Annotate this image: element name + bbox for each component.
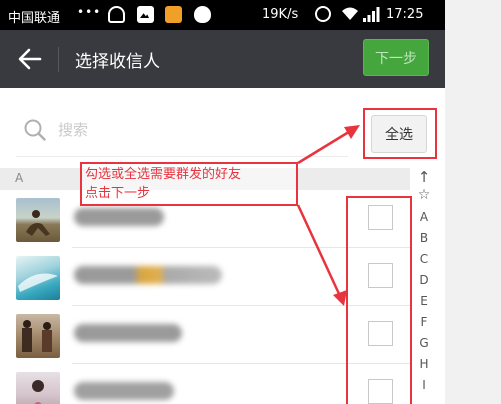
- avatar: [16, 372, 60, 404]
- contact-row[interactable]: ■■■■■■■■: [0, 248, 410, 306]
- wifi-icon: [342, 7, 358, 20]
- avatar: [16, 198, 60, 242]
- contact-checkbox[interactable]: [368, 379, 393, 404]
- annotation-callout: 勾选或全选需要群发的好友 点击下一步: [80, 162, 298, 206]
- carrier-label: 中国联通: [8, 11, 61, 26]
- contact-name: ■■■■■■■■: [74, 266, 222, 284]
- contact-checkbox[interactable]: [368, 263, 393, 288]
- avatar: [16, 256, 60, 300]
- arrow-left-icon[interactable]: [18, 48, 42, 70]
- index-star[interactable]: ☆: [414, 187, 434, 203]
- search-input[interactable]: [58, 118, 328, 142]
- page-margin: [445, 0, 501, 404]
- index-letter-c[interactable]: C: [414, 252, 434, 266]
- alphabet-index-bar[interactable]: ↑ ☆ A B C D E F G H I: [414, 168, 438, 404]
- image-icon: [137, 6, 154, 23]
- annotation-line-1: 勾选或全选需要群发的好友: [85, 167, 242, 182]
- avatar: [16, 314, 60, 358]
- contact-row[interactable]: ■■■■■: [0, 364, 410, 404]
- contact-checkbox[interactable]: [368, 205, 393, 230]
- index-letter-h[interactable]: H: [414, 357, 434, 371]
- contact-name: ■■■■: [74, 208, 164, 226]
- game-icon: [165, 6, 182, 23]
- wechat-screen: 中国联通 ••• 19K/s 17:25 选择收信人 下一步 搜索 全选 A ↑…: [0, 0, 445, 404]
- index-letter-a[interactable]: A: [414, 210, 434, 224]
- header-divider: [58, 47, 59, 72]
- section-letter: A: [15, 171, 24, 185]
- page-title: 选择收信人: [75, 52, 160, 72]
- title-bar: 选择收信人 下一步: [0, 30, 445, 88]
- net-speed: 19K/s: [262, 7, 299, 22]
- search-icon: [24, 119, 46, 141]
- notification-dots: •••: [77, 5, 102, 19]
- index-letter-g[interactable]: G: [414, 336, 434, 350]
- index-letter-b[interactable]: B: [414, 231, 434, 245]
- alarm-icon: [315, 6, 331, 22]
- select-all-button[interactable]: 全选: [371, 115, 427, 153]
- status-bar: 中国联通 ••• 19K/s 17:25: [0, 0, 445, 30]
- next-step-button[interactable]: 下一步: [363, 39, 429, 76]
- clock: 17:25: [386, 7, 424, 22]
- index-letter-d[interactable]: D: [414, 273, 434, 287]
- annotation-line-2: 点击下一步: [85, 186, 151, 201]
- contact-name: ■■■■■: [74, 382, 174, 400]
- index-letter-f[interactable]: F: [414, 315, 434, 329]
- usb-icon: [108, 6, 125, 23]
- contact-checkbox[interactable]: [368, 321, 393, 346]
- cat-icon: [194, 6, 211, 23]
- index-letter-e[interactable]: E: [414, 294, 434, 308]
- index-letter-i[interactable]: I: [414, 378, 434, 392]
- index-arrow-up[interactable]: ↑: [414, 168, 434, 186]
- signal-icon: [363, 7, 380, 22]
- contact-name: ■■■■■■: [74, 324, 182, 342]
- search-underline: [16, 156, 348, 157]
- contact-row[interactable]: ■■■■■■: [0, 306, 410, 364]
